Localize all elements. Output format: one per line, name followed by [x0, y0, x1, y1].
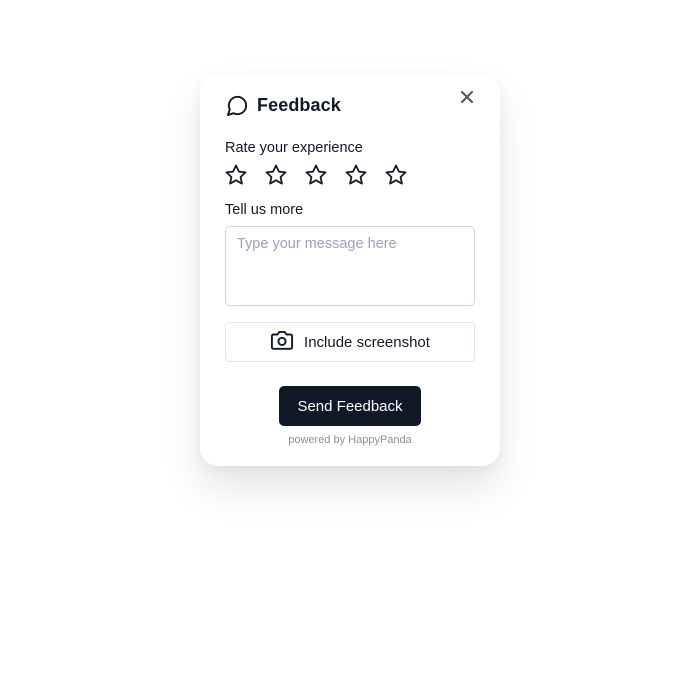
- send-feedback-button[interactable]: Send Feedback: [279, 386, 421, 426]
- widget-title: Feedback: [257, 95, 341, 115]
- chat-bubble-icon: [226, 94, 249, 117]
- page-background: Feedback Rate your experience Tell us mo…: [0, 0, 700, 700]
- powered-by-footer: powered by HappyPanda: [288, 434, 412, 446]
- include-screenshot-label: Include screenshot: [304, 333, 430, 351]
- message-label: Tell us more: [225, 202, 304, 218]
- rating-label: Rate your experience: [225, 140, 363, 156]
- star-4-icon[interactable]: [344, 163, 368, 187]
- star-2-icon[interactable]: [264, 163, 288, 187]
- include-screenshot-button[interactable]: Include screenshot: [225, 322, 475, 362]
- close-button[interactable]: [458, 90, 476, 108]
- widget-header: Feedback: [226, 94, 341, 117]
- close-icon: [460, 90, 474, 109]
- message-input[interactable]: [225, 226, 475, 306]
- star-rating: [224, 163, 408, 187]
- feedback-widget: Feedback Rate your experience Tell us mo…: [200, 74, 500, 466]
- star-1-icon[interactable]: [224, 163, 248, 187]
- star-3-icon[interactable]: [304, 163, 328, 187]
- camera-icon: [270, 329, 294, 356]
- star-5-icon[interactable]: [384, 163, 408, 187]
